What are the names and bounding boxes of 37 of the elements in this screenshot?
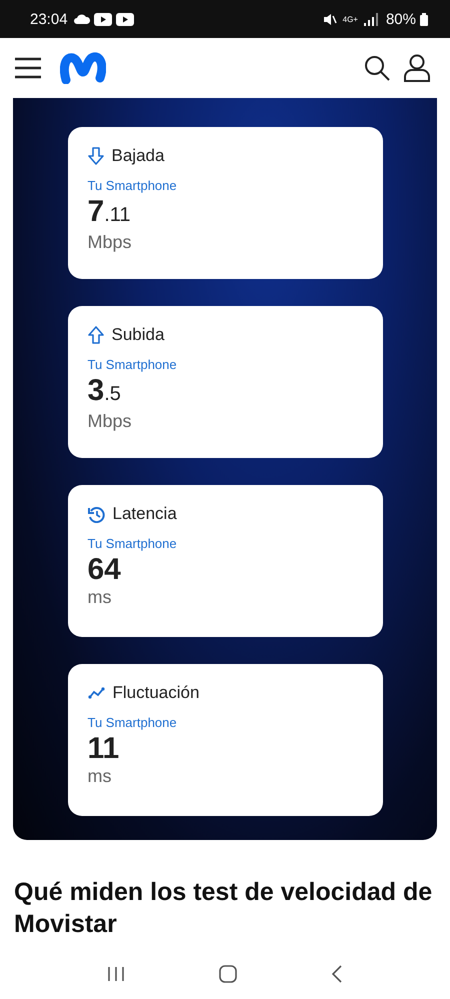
arrow-down-icon (88, 147, 104, 165)
home-icon[interactable] (219, 965, 237, 983)
device-label: Tu Smartphone (88, 178, 178, 193)
device-label: Tu Smartphone (88, 715, 178, 730)
battery-icon (420, 12, 428, 26)
card-title: Bajada (112, 146, 164, 166)
unit-label: ms (88, 766, 112, 787)
card-title: Latencia (112, 504, 177, 524)
user-icon[interactable] (404, 54, 430, 82)
line-graph-icon (88, 687, 104, 699)
unit-label: Mbps (88, 411, 133, 432)
logo-icon[interactable] (60, 52, 106, 84)
device-label: Tu Smartphone (88, 357, 178, 372)
back-icon[interactable] (331, 965, 343, 983)
speed-value: 11 (88, 732, 120, 766)
play-icon (94, 12, 112, 26)
play-icon (116, 12, 134, 26)
speed-value: 7.11 (88, 195, 132, 230)
card-title: Fluctuación (112, 683, 200, 703)
menu-icon[interactable] (14, 57, 42, 79)
unit-label: Mbps (88, 232, 133, 253)
device-label: Tu Smartphone (88, 536, 178, 551)
unit-label: ms (88, 587, 112, 608)
arrow-up-icon (88, 326, 104, 344)
mute-icon (322, 12, 337, 26)
search-icon[interactable] (364, 55, 390, 81)
speed-value: 64 (88, 553, 122, 587)
status-time: 23:04 (30, 10, 68, 28)
history-icon (88, 506, 104, 522)
signal-icon (364, 12, 378, 26)
network-label: 4G+ (342, 14, 358, 24)
cloud-icon (74, 14, 90, 24)
speed-value: 3.5 (88, 374, 122, 409)
card-title: Subida (112, 325, 164, 345)
battery-percent: 80% (386, 10, 416, 28)
section-heading: Qué miden los test de velocidad de Movistar (14, 877, 434, 940)
recent-apps-icon[interactable] (107, 966, 125, 982)
